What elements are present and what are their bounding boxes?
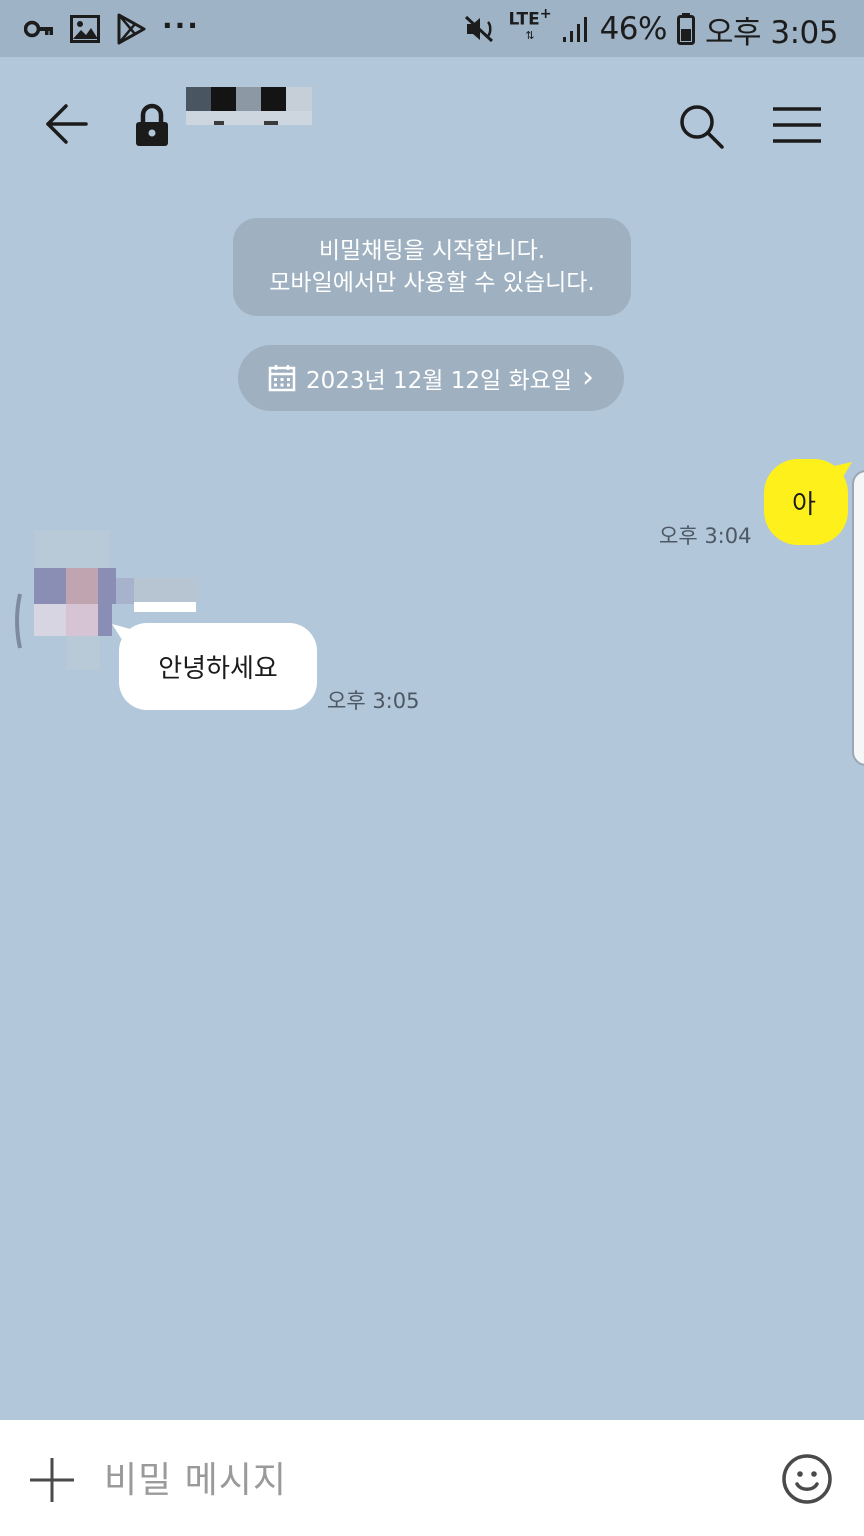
play-store-icon xyxy=(117,13,146,45)
lock-icon xyxy=(136,103,168,146)
my-message-time: 오후 3:04 xyxy=(659,524,752,548)
image-icon xyxy=(70,15,100,43)
attach-plus-button[interactable] xyxy=(28,1456,76,1504)
notice-line-1: 비밀채팅을 시작합니다. xyxy=(318,238,546,264)
date-label: 2023년 12월 12일 화요일 xyxy=(306,368,572,394)
key-icon xyxy=(24,20,53,38)
network-type: LTE+ xyxy=(508,5,552,30)
calendar-icon xyxy=(268,365,296,392)
chevron-right-icon: › xyxy=(581,360,594,395)
battery-percent: 46% xyxy=(599,11,668,47)
chat-header xyxy=(0,57,864,197)
status-bar-left: ··· xyxy=(24,8,200,48)
data-arrows-icon: ⇅ xyxy=(525,29,535,43)
their-message-time: 오후 3:05 xyxy=(327,689,420,713)
battery-icon xyxy=(676,13,695,45)
status-bar-right: LTE+ ⇅ 46% 오후 3:05 xyxy=(464,7,839,51)
emoticon-button[interactable] xyxy=(780,1452,834,1506)
signal-icon xyxy=(562,17,587,42)
search-button[interactable] xyxy=(676,101,726,151)
status-time: 오후 3:05 xyxy=(704,14,839,51)
secret-message-input[interactable] xyxy=(104,1450,744,1510)
my-message-text: 아 xyxy=(792,489,816,520)
their-message-text: 안녕하세요 xyxy=(158,654,278,684)
status-bar: ··· LTE+ ⇅ 46% 오후 3:05 xyxy=(0,0,864,57)
secret-chat-notice: 비밀채팅을 시작합니다. 모바일에서만 사용할 수 있습니다. xyxy=(233,218,631,316)
vibrate-mute-icon xyxy=(465,15,494,43)
notice-line-2: 모바일에서만 사용할 수 있습니다. xyxy=(269,270,595,296)
more-dots-icon: ··· xyxy=(162,8,200,42)
message-input-bar xyxy=(0,1420,864,1536)
blurred-title-image xyxy=(186,87,312,125)
back-button[interactable] xyxy=(40,97,94,151)
chat-title xyxy=(186,87,312,125)
my-bubble-tail xyxy=(834,462,852,482)
their-message-bubble[interactable]: 안녕하세요 xyxy=(119,623,317,710)
date-divider[interactable]: 2023년 12월 12일 화요일 › xyxy=(238,345,624,411)
network-indicator: LTE+ ⇅ xyxy=(508,7,551,46)
menu-button[interactable] xyxy=(772,105,822,145)
edge-panel-handle[interactable] xyxy=(852,470,864,766)
